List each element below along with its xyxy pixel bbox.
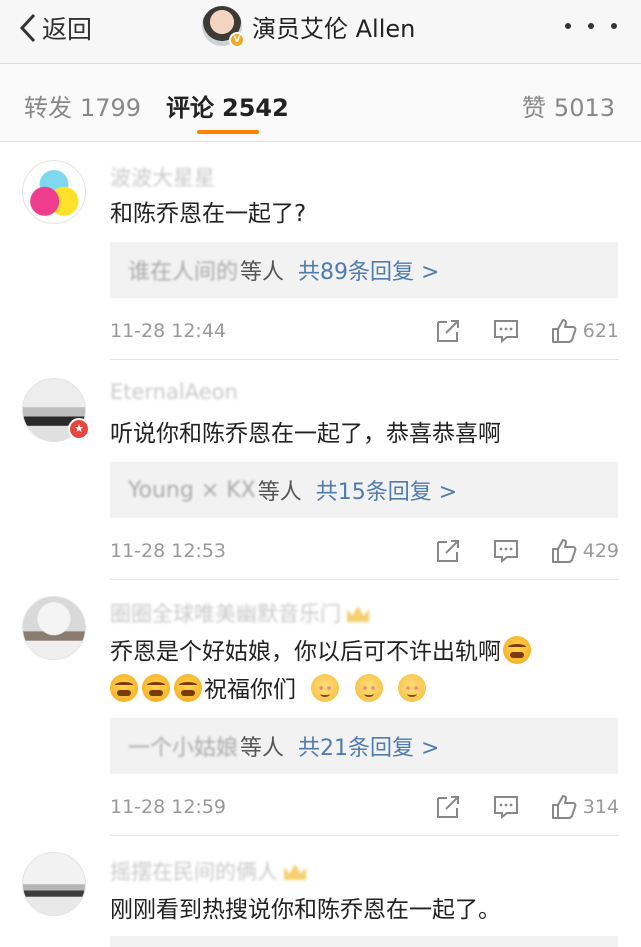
dot-icon <box>565 23 571 29</box>
avatar[interactable]: V <box>202 6 245 48</box>
reply-names: 一个小姑娘 <box>128 736 239 761</box>
like-count: 429 <box>582 540 619 562</box>
comment-username[interactable]: 圈圈全球唯美幽默音乐门 <box>110 598 369 628</box>
angry-emoji-icon <box>142 674 170 702</box>
shy-emoji-icon <box>397 674 426 702</box>
replies-preview[interactable]: Young × KX 等人 共15条回复 > <box>110 462 618 518</box>
shy-emoji-icon <box>311 674 340 702</box>
comment-text: 刚刚看到热搜说你和陈乔恩在一起了。 <box>110 897 501 923</box>
comment-text: 祝福你们 <box>204 677 296 703</box>
reply-names: Young × KX <box>128 477 256 503</box>
angry-emoji-icon <box>110 674 138 702</box>
replies-preview[interactable]: 一个小姑娘 等人 共21条回复 > <box>110 718 618 774</box>
comment-actions: 429 <box>403 538 619 564</box>
share-icon[interactable] <box>435 538 461 564</box>
active-tab-indicator <box>197 130 259 134</box>
username-text: 圈圈全球唯美幽默音乐门 <box>110 602 341 626</box>
verified-badge-icon: V <box>229 32 245 48</box>
view-replies-link[interactable]: 共15条回复 > <box>316 474 457 506</box>
comment-timestamp: 11-28 12:53 <box>110 540 227 562</box>
avatar[interactable]: ★ <box>22 378 90 442</box>
replies-preview[interactable]: 谁在人间的 等人 共89条回复 > <box>110 242 618 298</box>
view-replies-link[interactable]: 共21条回复 > <box>298 730 439 762</box>
tab-comment-label: 评论 <box>166 94 214 122</box>
username-text: 摇摆在民间的俩人 <box>110 860 278 884</box>
comment-text: 和陈乔恩在一起了? <box>110 201 307 227</box>
avatar[interactable] <box>22 852 86 916</box>
angry-emoji-icon <box>174 674 202 702</box>
tab-repost[interactable]: 转发 1799 <box>24 88 141 123</box>
page-title: 演员艾伦 Allen <box>252 14 416 43</box>
tab-comment[interactable]: 评论 2542 <box>166 88 289 123</box>
dot-icon <box>588 23 594 29</box>
divider <box>110 835 619 836</box>
reply-etc: 等人 <box>240 260 285 285</box>
dot-icon <box>611 23 617 29</box>
comment-username[interactable]: 波波大星星 <box>110 162 215 192</box>
avatar[interactable] <box>22 160 86 224</box>
comment-icon[interactable] <box>493 318 519 344</box>
comment-item: 波波大星星 和陈乔恩在一起了? 谁在人间的 等人 共89条回复 > 11-28 … <box>0 142 641 360</box>
crown-icon <box>347 606 369 622</box>
member-badge-icon: ★ <box>68 418 90 440</box>
thumbs-up-icon[interactable] <box>551 538 577 564</box>
tab-like-label: 赞 <box>521 94 546 122</box>
divider <box>110 579 619 580</box>
shy-emoji-icon <box>354 674 383 702</box>
more-options-button[interactable] <box>565 12 617 40</box>
tab-repost-count: 1799 <box>80 94 142 122</box>
comment-icon[interactable] <box>493 538 519 564</box>
tab-like[interactable]: 赞 5013 <box>522 88 615 123</box>
comment-username[interactable]: EternalAeon <box>110 380 238 404</box>
tab-bar: 转发 1799 评论 2542 赞 5013 <box>0 64 641 142</box>
comment-text: 听说你和陈乔恩在一起了，恭喜恭喜啊 <box>110 421 501 447</box>
comment-text: 乔恩是个好姑娘，你以后可不许出轨啊 <box>110 639 501 665</box>
chevron-left-icon <box>19 13 36 43</box>
comment-actions: 621 <box>403 318 619 344</box>
tab-like-count: 5013 <box>553 94 615 122</box>
divider <box>110 359 619 360</box>
tab-repost-label: 转发 <box>24 94 72 122</box>
like-count: 314 <box>582 796 619 818</box>
view-replies-link[interactable]: 共89条回复 > <box>298 254 439 286</box>
share-icon[interactable] <box>435 318 461 344</box>
profile-title[interactable]: V 演员艾伦 Allen <box>202 6 416 48</box>
reply-names: 谁在人间的 <box>128 260 239 285</box>
reply-etc: 等人 <box>240 736 285 761</box>
replies-preview[interactable] <box>110 936 618 947</box>
comment-item: 摇摆在民间的俩人 刚刚看到热搜说你和陈乔恩在一起了。 <box>0 838 641 947</box>
comment-item: 圈圈全球唯美幽默音乐门 乔恩是个好姑娘，你以后可不许出轨啊 祝福你们 一个小姑娘… <box>0 582 641 836</box>
back-label: 返回 <box>42 15 93 44</box>
angry-emoji-icon <box>503 636 531 664</box>
comment-timestamp: 11-28 12:59 <box>110 796 227 818</box>
back-button[interactable]: 返回 <box>18 10 92 46</box>
like-count: 621 <box>582 320 619 342</box>
comment-username[interactable]: 摇摆在民间的俩人 <box>110 856 306 886</box>
avatar[interactable] <box>22 596 86 660</box>
comment-item: ★ EternalAeon 听说你和陈乔恩在一起了，恭喜恭喜啊 Young × … <box>0 362 641 580</box>
comment-actions: 314 <box>403 794 619 820</box>
thumbs-up-icon[interactable] <box>551 794 577 820</box>
comment-icon[interactable] <box>493 794 519 820</box>
navigation-bar: 返回 V 演员艾伦 Allen <box>0 0 641 64</box>
share-icon[interactable] <box>435 794 461 820</box>
crown-icon <box>284 864 306 880</box>
comment-timestamp: 11-28 12:44 <box>110 320 227 342</box>
comment-text-line-1: 乔恩是个好姑娘，你以后可不许出轨啊 <box>110 632 533 672</box>
comment-text-line-2: 祝福你们 <box>108 670 428 710</box>
thumbs-up-icon[interactable] <box>551 318 577 344</box>
reply-etc: 等人 <box>257 480 302 505</box>
tab-comment-count: 2542 <box>222 94 289 122</box>
